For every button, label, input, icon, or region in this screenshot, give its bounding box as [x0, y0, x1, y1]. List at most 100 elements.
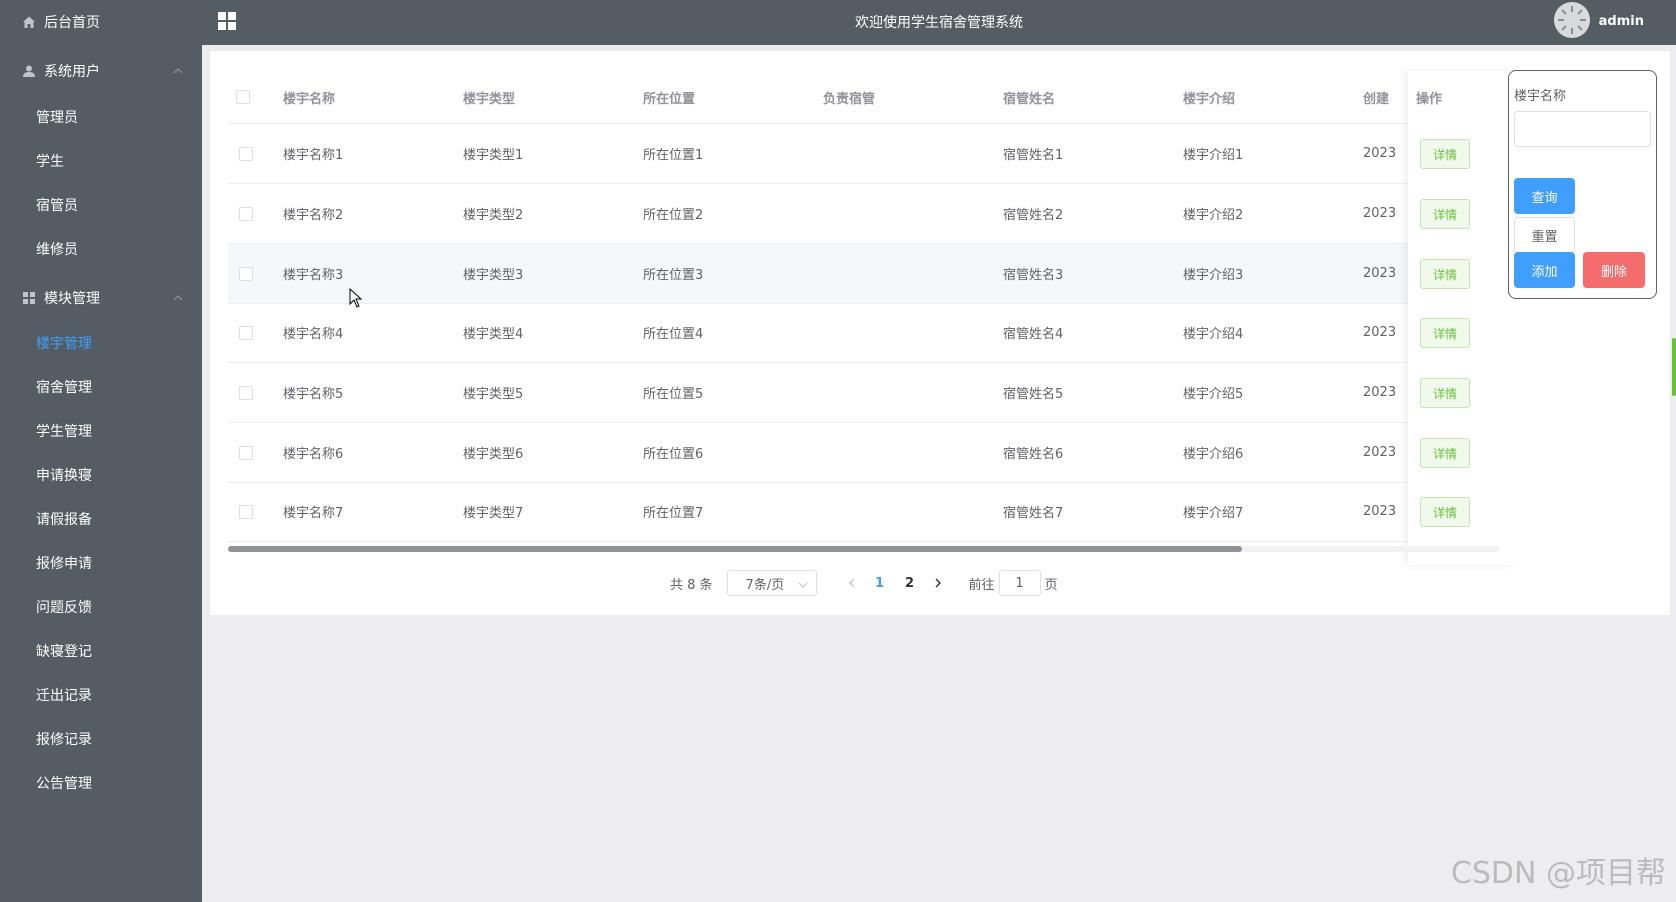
row-checkbox-cell[interactable] — [239, 124, 259, 183]
sidebar-item-9[interactable]: 宿舍管理 — [0, 365, 202, 409]
row-checkbox-cell[interactable] — [239, 244, 259, 303]
row-checkbox[interactable] — [239, 504, 253, 519]
scrollbar-thumb[interactable] — [228, 546, 1242, 552]
sidebar-item-13[interactable]: 报修申请 — [0, 541, 202, 585]
row-checkbox[interactable] — [239, 146, 253, 161]
sidebar-item-label: 楼宇管理 — [36, 336, 92, 352]
actions-cell: 详情 — [1420, 244, 1500, 304]
sidebar-item-4[interactable]: 学生 — [0, 139, 202, 183]
sidebar-item-7[interactable]: 模块管理 — [0, 276, 202, 320]
sidebar-item-11[interactable]: 申请换寝 — [0, 453, 202, 497]
fixed-actions-column: 操作 详情 详情 详情 详情 详情 详情 详情 — [1408, 71, 1518, 565]
table-row[interactable]: 楼宇名称6 楼宇类型6 所在位置6 宿管姓名6 楼宇介绍6 2023 — [228, 423, 1500, 483]
sidebar-item-label: 维修员 — [36, 242, 78, 258]
building-name-input[interactable] — [1514, 111, 1651, 147]
user-avatar[interactable] — [1554, 2, 1590, 38]
delete-button[interactable]: 删除 — [1583, 252, 1645, 288]
content-card: 楼宇名称 楼宇类型 所在位置 负责宿管 宿管姓名 楼宇介绍 创建 楼宇名称1 楼宇类型1 所在位置… — [210, 51, 1670, 615]
row-checkbox[interactable] — [239, 385, 253, 400]
col-manager — [823, 184, 993, 243]
detail-button[interactable]: 详情 — [1420, 438, 1470, 468]
row-checkbox-cell[interactable] — [239, 423, 259, 482]
row-checkbox-cell[interactable] — [239, 303, 259, 362]
sidebar-item-label: 管理员 — [36, 110, 78, 126]
col-intro: 楼宇介绍7 — [1183, 506, 1244, 521]
table-row[interactable]: 楼宇名称5 楼宇类型5 所在位置5 宿管姓名5 楼宇介绍5 2023 — [228, 363, 1500, 423]
sidebar-item-2[interactable]: 系统用户 — [0, 49, 202, 93]
col-location: 所在位置4 — [643, 327, 704, 342]
row-checkbox-cell[interactable] — [239, 363, 259, 422]
col-manager-name: 宿管姓名3 — [1003, 268, 1064, 283]
sidebar-item-10[interactable]: 学生管理 — [0, 409, 202, 453]
goto-page-input[interactable] — [998, 570, 1041, 596]
detail-button[interactable]: 详情 — [1420, 318, 1470, 348]
sidebar-item-12[interactable]: 请假报备 — [0, 497, 202, 541]
detail-button[interactable]: 详情 — [1420, 497, 1470, 527]
sidebar-item-1[interactable]: 后台首页 — [0, 0, 202, 44]
detail-button[interactable]: 详情 — [1420, 199, 1470, 229]
user-icon — [22, 64, 36, 78]
col-intro: 楼宇介绍1 — [1183, 148, 1244, 163]
row-checkbox-cell[interactable] — [239, 184, 259, 243]
col-building-type: 楼宇类型6 — [463, 447, 524, 462]
sidebar-item-5[interactable]: 宿管员 — [0, 183, 202, 227]
sidebar-item-18[interactable]: 公告管理 — [0, 761, 202, 805]
col-building-type: 楼宇类型3 — [463, 268, 524, 283]
home-icon — [22, 15, 36, 29]
add-button[interactable]: 添加 — [1514, 252, 1575, 288]
search-panel: 楼宇名称 查询 重置 添加 删除 — [1508, 70, 1657, 299]
table-row[interactable]: 楼宇名称7 楼宇类型7 所在位置7 宿管姓名7 楼宇介绍7 2023 — [228, 482, 1500, 542]
sidebar-item-8[interactable]: 楼宇管理 — [0, 321, 202, 365]
page-number-2[interactable]: 2 — [895, 570, 925, 596]
app-title: 欢迎使用学生宿舍管理系统 — [855, 15, 1023, 31]
page-number-1[interactable]: 1 — [865, 570, 895, 596]
col-intro: 楼宇介绍3 — [1183, 268, 1244, 283]
col-manager-header: 负责宿管 — [823, 91, 876, 107]
page-suffix: 页 — [1044, 577, 1058, 593]
actions-cell: 详情 — [1420, 482, 1500, 542]
col-intro: 楼宇介绍2 — [1183, 208, 1244, 223]
row-checkbox-cell[interactable] — [239, 482, 259, 541]
col-manager-name: 宿管姓名1 — [1003, 148, 1064, 163]
select-all-checkbox[interactable] — [236, 90, 250, 104]
next-page-button[interactable] — [925, 570, 951, 596]
row-checkbox[interactable] — [239, 266, 253, 281]
sidebar-item-6[interactable]: 维修员 — [0, 227, 202, 271]
sidebar-item-16[interactable]: 迁出记录 — [0, 673, 202, 717]
sidebar-item-14[interactable]: 问题反馈 — [0, 585, 202, 629]
table-row[interactable]: 楼宇名称1 楼宇类型1 所在位置1 宿管姓名1 楼宇介绍1 2023 — [228, 124, 1500, 184]
col-created: 2023 — [1363, 266, 1397, 281]
page-scroll-indicator[interactable] — [1672, 338, 1676, 396]
sidebar-item-3[interactable]: 管理员 — [0, 95, 202, 139]
sidebar-item-label: 学生管理 — [36, 424, 92, 440]
prev-page-button[interactable] — [839, 570, 865, 596]
detail-button[interactable]: 详情 — [1420, 378, 1470, 408]
col-building-type: 楼宇类型2 — [463, 208, 524, 223]
col-building-name: 楼宇名称5 — [283, 387, 344, 402]
col-manager-name: 宿管姓名6 — [1003, 447, 1064, 462]
row-checkbox[interactable] — [239, 206, 253, 221]
chevron-up-icon — [172, 292, 184, 304]
sidebar-item-label: 系统用户 — [44, 64, 100, 80]
mouse-cursor-icon — [349, 287, 363, 308]
reset-button[interactable]: 重置 — [1514, 217, 1575, 253]
col-created: 2023 — [1363, 325, 1397, 340]
table-row[interactable]: 楼宇名称4 楼宇类型4 所在位置4 宿管姓名4 楼宇介绍4 2023 — [228, 303, 1500, 363]
table-row[interactable]: 楼宇名称2 楼宇类型2 所在位置2 宿管姓名2 楼宇介绍2 2023 — [228, 184, 1500, 244]
sidebar-item-17[interactable]: 报修记录 — [0, 717, 202, 761]
detail-button[interactable]: 详情 — [1420, 139, 1470, 169]
row-checkbox[interactable] — [239, 325, 253, 340]
username[interactable]: admin — [1599, 14, 1644, 29]
page-size-select[interactable]: 7条/页 — [726, 570, 817, 596]
col-location-header: 所在位置 — [643, 91, 696, 107]
detail-button[interactable]: 详情 — [1420, 259, 1470, 289]
sidebar-item-15[interactable]: 缺寝登记 — [0, 629, 202, 673]
row-checkbox[interactable] — [239, 445, 253, 460]
query-button[interactable]: 查询 — [1514, 178, 1575, 214]
table-row[interactable]: 楼宇名称3 楼宇类型3 所在位置3 宿管姓名3 楼宇介绍3 2023 — [228, 244, 1500, 304]
col-manager-name: 宿管姓名5 — [1003, 387, 1064, 402]
col-manager — [823, 303, 993, 362]
select-all-checkbox-cell[interactable] — [236, 71, 256, 123]
col-building-name: 楼宇名称3 — [283, 268, 344, 283]
table-horizontal-scrollbar[interactable] — [228, 546, 1500, 552]
